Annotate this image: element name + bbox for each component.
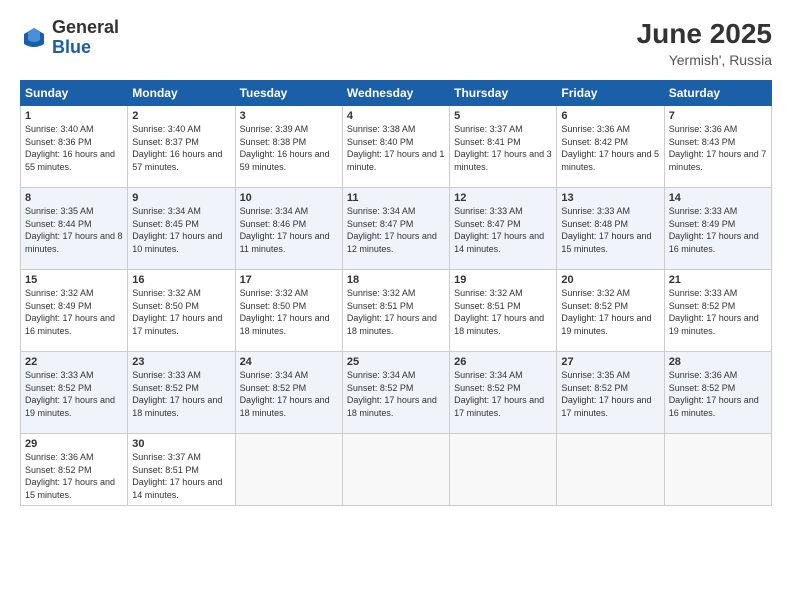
empty-cell: [342, 434, 449, 506]
col-saturday: Saturday: [664, 81, 771, 106]
table-row: 18 Sunrise: 3:32 AMSunset: 8:51 PMDaylig…: [342, 270, 449, 352]
col-tuesday: Tuesday: [235, 81, 342, 106]
table-row: 29 Sunrise: 3:36 AMSunset: 8:52 PMDaylig…: [21, 434, 128, 506]
calendar-header-row: Sunday Monday Tuesday Wednesday Thursday…: [21, 81, 772, 106]
header: General Blue June 2025 Yermish', Russia: [20, 18, 772, 68]
col-monday: Monday: [128, 81, 235, 106]
empty-cell: [664, 434, 771, 506]
empty-cell: [235, 434, 342, 506]
table-row: 14 Sunrise: 3:33 AMSunset: 8:49 PMDaylig…: [664, 188, 771, 270]
logo-text: General Blue: [52, 18, 119, 58]
table-row: 19 Sunrise: 3:32 AMSunset: 8:51 PMDaylig…: [450, 270, 557, 352]
table-row: 4 Sunrise: 3:38 AMSunset: 8:40 PMDayligh…: [342, 106, 449, 188]
table-row: 25 Sunrise: 3:34 AMSunset: 8:52 PMDaylig…: [342, 352, 449, 434]
calendar-week-row: 29 Sunrise: 3:36 AMSunset: 8:52 PMDaylig…: [21, 434, 772, 506]
table-row: 22 Sunrise: 3:33 AMSunset: 8:52 PMDaylig…: [21, 352, 128, 434]
table-row: 5 Sunrise: 3:37 AMSunset: 8:41 PMDayligh…: [450, 106, 557, 188]
table-row: 27 Sunrise: 3:35 AMSunset: 8:52 PMDaylig…: [557, 352, 664, 434]
col-wednesday: Wednesday: [342, 81, 449, 106]
table-row: 1 Sunrise: 3:40 AMSunset: 8:36 PMDayligh…: [21, 106, 128, 188]
month-title: June 2025: [637, 18, 772, 50]
logo-icon: [20, 24, 48, 52]
table-row: 15 Sunrise: 3:32 AMSunset: 8:49 PMDaylig…: [21, 270, 128, 352]
page: General Blue June 2025 Yermish', Russia …: [0, 0, 792, 612]
table-row: 16 Sunrise: 3:32 AMSunset: 8:50 PMDaylig…: [128, 270, 235, 352]
table-row: 13 Sunrise: 3:33 AMSunset: 8:48 PMDaylig…: [557, 188, 664, 270]
empty-cell: [557, 434, 664, 506]
calendar-week-row: 1 Sunrise: 3:40 AMSunset: 8:36 PMDayligh…: [21, 106, 772, 188]
table-row: 20 Sunrise: 3:32 AMSunset: 8:52 PMDaylig…: [557, 270, 664, 352]
table-row: 11 Sunrise: 3:34 AMSunset: 8:47 PMDaylig…: [342, 188, 449, 270]
table-row: 30 Sunrise: 3:37 AMSunset: 8:51 PMDaylig…: [128, 434, 235, 506]
logo-blue: Blue: [52, 38, 119, 58]
col-thursday: Thursday: [450, 81, 557, 106]
empty-cell: [450, 434, 557, 506]
table-row: 6 Sunrise: 3:36 AMSunset: 8:42 PMDayligh…: [557, 106, 664, 188]
table-row: 24 Sunrise: 3:34 AMSunset: 8:52 PMDaylig…: [235, 352, 342, 434]
table-row: 2 Sunrise: 3:40 AMSunset: 8:37 PMDayligh…: [128, 106, 235, 188]
table-row: 23 Sunrise: 3:33 AMSunset: 8:52 PMDaylig…: [128, 352, 235, 434]
table-row: 9 Sunrise: 3:34 AMSunset: 8:45 PMDayligh…: [128, 188, 235, 270]
title-block: June 2025 Yermish', Russia: [637, 18, 772, 68]
table-row: 10 Sunrise: 3:34 AMSunset: 8:46 PMDaylig…: [235, 188, 342, 270]
table-row: 3 Sunrise: 3:39 AMSunset: 8:38 PMDayligh…: [235, 106, 342, 188]
table-row: 26 Sunrise: 3:34 AMSunset: 8:52 PMDaylig…: [450, 352, 557, 434]
col-sunday: Sunday: [21, 81, 128, 106]
logo-general: General: [52, 18, 119, 38]
table-row: 8 Sunrise: 3:35 AMSunset: 8:44 PMDayligh…: [21, 188, 128, 270]
table-row: 17 Sunrise: 3:32 AMSunset: 8:50 PMDaylig…: [235, 270, 342, 352]
location: Yermish', Russia: [637, 52, 772, 68]
logo: General Blue: [20, 18, 119, 58]
calendar-week-row: 22 Sunrise: 3:33 AMSunset: 8:52 PMDaylig…: [21, 352, 772, 434]
table-row: 28 Sunrise: 3:36 AMSunset: 8:52 PMDaylig…: [664, 352, 771, 434]
calendar-week-row: 15 Sunrise: 3:32 AMSunset: 8:49 PMDaylig…: [21, 270, 772, 352]
calendar-week-row: 8 Sunrise: 3:35 AMSunset: 8:44 PMDayligh…: [21, 188, 772, 270]
calendar: Sunday Monday Tuesday Wednesday Thursday…: [20, 80, 772, 506]
table-row: 21 Sunrise: 3:33 AMSunset: 8:52 PMDaylig…: [664, 270, 771, 352]
table-row: 12 Sunrise: 3:33 AMSunset: 8:47 PMDaylig…: [450, 188, 557, 270]
table-row: 7 Sunrise: 3:36 AMSunset: 8:43 PMDayligh…: [664, 106, 771, 188]
col-friday: Friday: [557, 81, 664, 106]
